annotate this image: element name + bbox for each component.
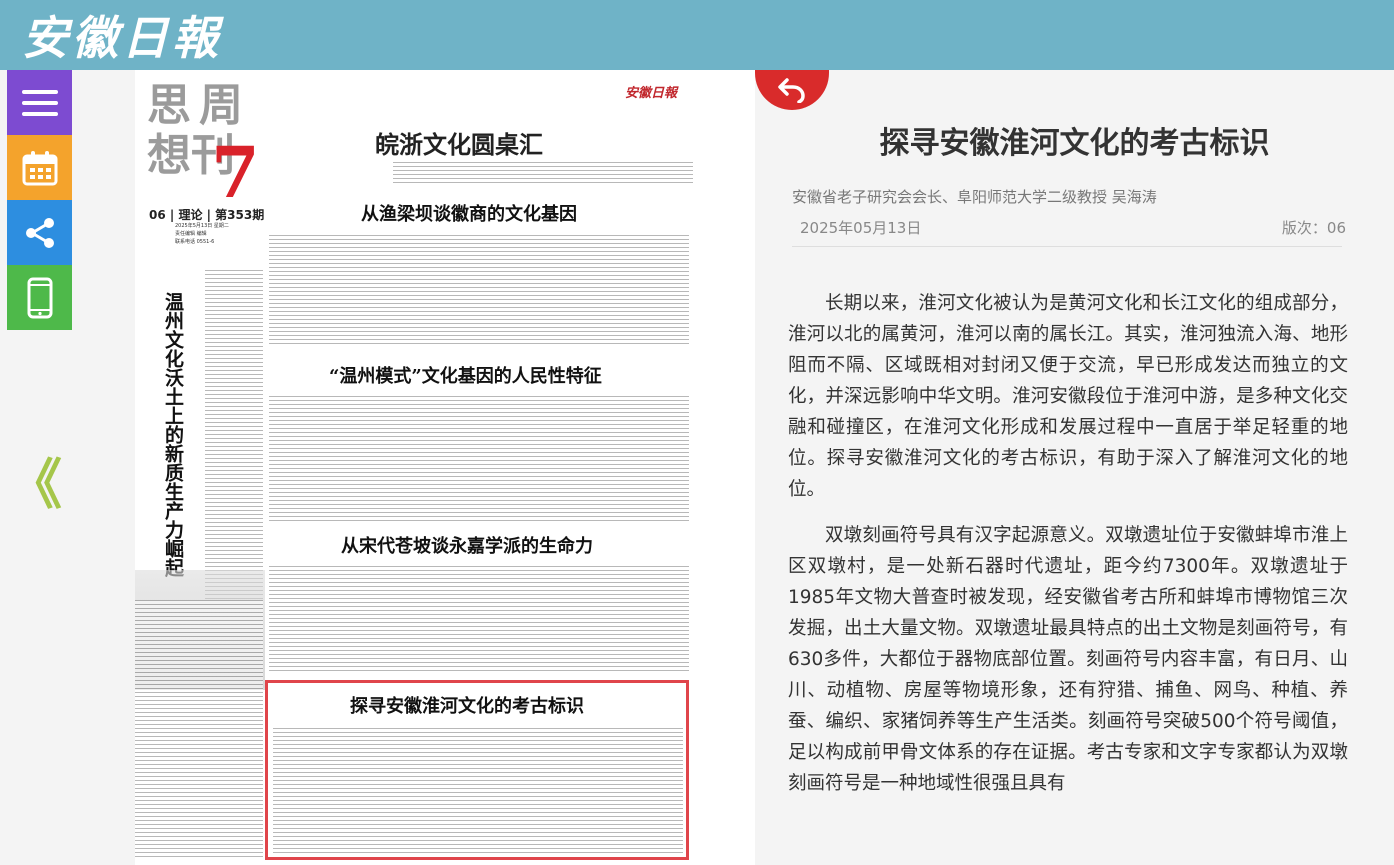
newspaper-logo: 安徽日報 bbox=[22, 11, 222, 65]
article-body: 长期以来，淮河文化被认为是黄河文化和长江文化的组成部分，淮河以北的属黄河，淮河以… bbox=[788, 288, 1348, 814]
top-banner: 安徽日報 bbox=[0, 0, 1394, 70]
calendar-icon bbox=[22, 150, 57, 185]
paper-logo: 安徽日報 bbox=[624, 86, 677, 101]
mobile-button[interactable] bbox=[7, 265, 72, 330]
article-paragraph: 双墩刻画符号具有汉字起源意义。双墩遗址位于安徽蚌埠市淮上区双墩村，是一处新石器时… bbox=[788, 525, 1348, 794]
text-block bbox=[269, 235, 689, 345]
share-button[interactable] bbox=[7, 200, 72, 265]
headline-3[interactable]: 从宋代苍坡谈永嘉学派的生命力 bbox=[341, 532, 593, 558]
text-block bbox=[273, 728, 683, 854]
article-author: 安徽省老子研究会会长、阜阳师范大学二级教授 吴海涛 bbox=[792, 188, 1157, 206]
back-arrow-icon bbox=[778, 78, 805, 103]
menu-icon bbox=[21, 89, 58, 116]
article-edition: 版次：06 bbox=[1281, 219, 1346, 237]
text-block bbox=[269, 396, 689, 521]
text-block bbox=[205, 270, 263, 600]
article-reader: 探寻安徽淮河文化的考古标识 安徽省老子研究会会长、阜阳师范大学二级教授 吴海涛 … bbox=[755, 70, 1394, 865]
text-block bbox=[393, 162, 693, 184]
masthead-char: 思 bbox=[147, 80, 191, 131]
text-block bbox=[135, 600, 263, 860]
article-title: 探寻安徽淮河文化的考古标识 bbox=[879, 126, 1270, 161]
masthead: 思 周 想 刊 7 bbox=[147, 80, 267, 208]
masthead-char: 想 bbox=[147, 130, 191, 181]
mobile-phone-icon bbox=[27, 277, 52, 318]
newspaper-page[interactable]: 思 周 想 刊 7 安徽日報 皖浙文化圆桌汇 06 | 理论 | 第353期 2… bbox=[135, 70, 755, 865]
masthead-char: 周 bbox=[199, 80, 243, 131]
menu-button[interactable] bbox=[7, 70, 72, 135]
article-paragraph: 长期以来，淮河文化被认为是黄河文化和长江文化的组成部分，淮河以北的属黄河，淮河以… bbox=[788, 293, 1348, 500]
page-meta: 2025年5月13日 星期二 责任编辑 编辑 联系电话 0551-6 bbox=[175, 223, 229, 245]
share-icon bbox=[25, 217, 54, 248]
back-button[interactable] bbox=[755, 70, 829, 110]
masthead-issue: 7 bbox=[211, 131, 260, 214]
headline-4[interactable]: 探寻安徽淮河文化的考古标识 bbox=[350, 692, 584, 718]
divider bbox=[792, 246, 1342, 247]
previous-page-button[interactable]: 《 bbox=[8, 440, 62, 519]
section-title: 皖浙文化圆桌汇 bbox=[375, 130, 543, 159]
headline-1[interactable]: 从渔梁坝谈徽商的文化基因 bbox=[361, 200, 577, 226]
vertical-article-title[interactable]: 温州文化沃土上的新质生产力崛起 bbox=[157, 292, 184, 577]
calendar-button[interactable] bbox=[7, 135, 72, 200]
text-block bbox=[269, 566, 689, 674]
headline-2[interactable]: “温州模式”文化基因的人民性特征 bbox=[329, 362, 602, 388]
page-info: 06 | 理论 | 第353期 bbox=[149, 208, 265, 222]
article-date: 2025年05月13日 bbox=[800, 219, 922, 237]
